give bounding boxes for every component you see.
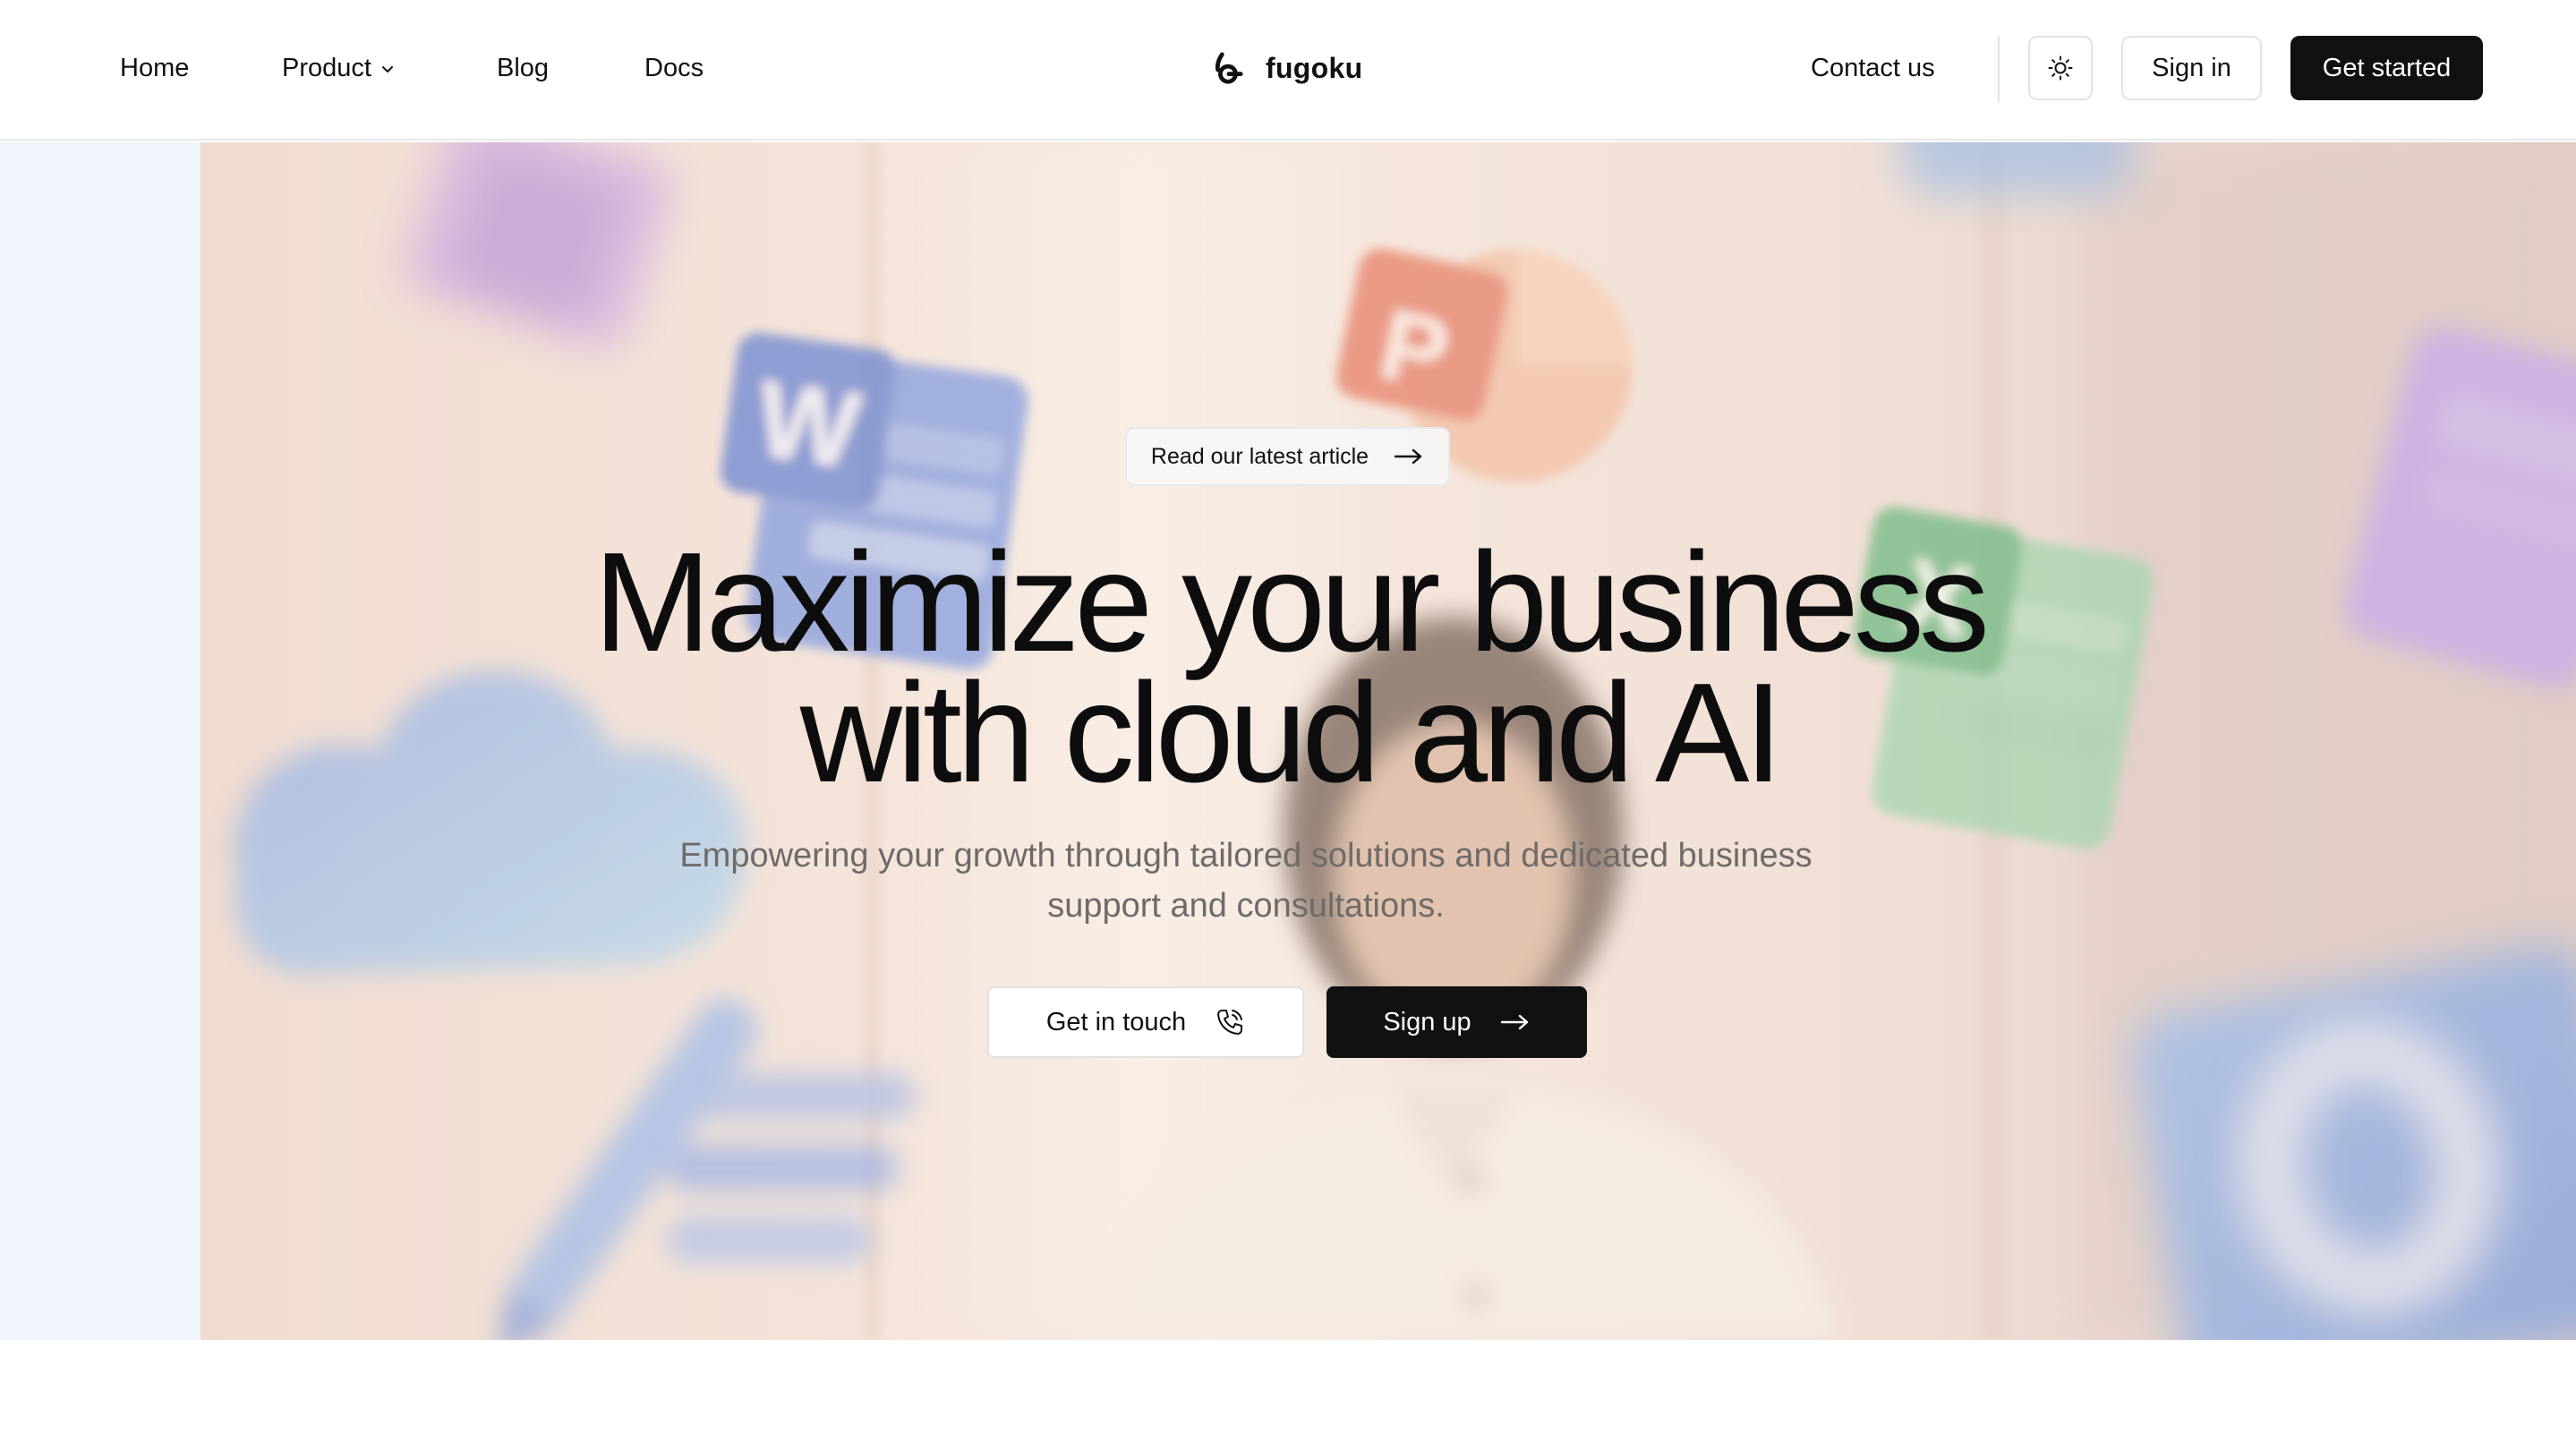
hero-subtitle: Empowering your growth through tailored … [627, 831, 1865, 931]
nav-docs-link[interactable]: Docs [644, 50, 704, 86]
article-pill-label: Read our latest article [1150, 443, 1369, 469]
hero-subtitle-line-1: Empowering your growth through tailored … [679, 837, 1813, 874]
arrow-right-icon [1394, 448, 1422, 465]
sign-in-button[interactable]: Sign in [2121, 36, 2262, 100]
chevron-down-icon [381, 66, 393, 73]
nav-product-menu[interactable]: Product [282, 50, 397, 86]
phone-icon [1217, 1010, 1243, 1035]
hero-title-line-2: with cloud and AI [799, 654, 1784, 812]
read-latest-article-link[interactable]: Read our latest article [1125, 427, 1450, 486]
nav-product-label: Product [282, 54, 371, 82]
get-started-button[interactable]: Get started [2290, 36, 2483, 100]
left-side-panel [0, 142, 200, 1340]
nav-blog-link[interactable]: Blog [497, 50, 549, 86]
nav-divider [1998, 36, 2000, 102]
contact-us-link[interactable]: Contact us [1811, 50, 1935, 86]
get-in-touch-button[interactable]: Get in touch [987, 986, 1304, 1058]
sun-icon [2048, 55, 2073, 81]
brand-logo-link[interactable]: fugoku [1210, 45, 1362, 91]
theme-toggle-button[interactable] [2028, 36, 2093, 100]
hero-section: W P X Read our latest article Maximize y… [200, 142, 2576, 1340]
sign-up-button[interactable]: Sign up [1326, 986, 1587, 1058]
fugoku-logo-icon [1215, 52, 1243, 84]
get-in-touch-label: Get in touch [1045, 1007, 1187, 1036]
nav-home-link[interactable]: Home [120, 50, 189, 86]
arrow-right-icon [1500, 1014, 1528, 1030]
top-navbar: Home Product Blog Docs fugoku Contact us [0, 0, 2576, 141]
hero-title: Maximize your business with cloud and AI [501, 532, 2077, 804]
brand-name: fugoku [1266, 51, 1363, 84]
hero-subtitle-line-2: support and consultations. [1047, 887, 1445, 925]
sign-up-label: Sign up [1383, 1007, 1471, 1036]
